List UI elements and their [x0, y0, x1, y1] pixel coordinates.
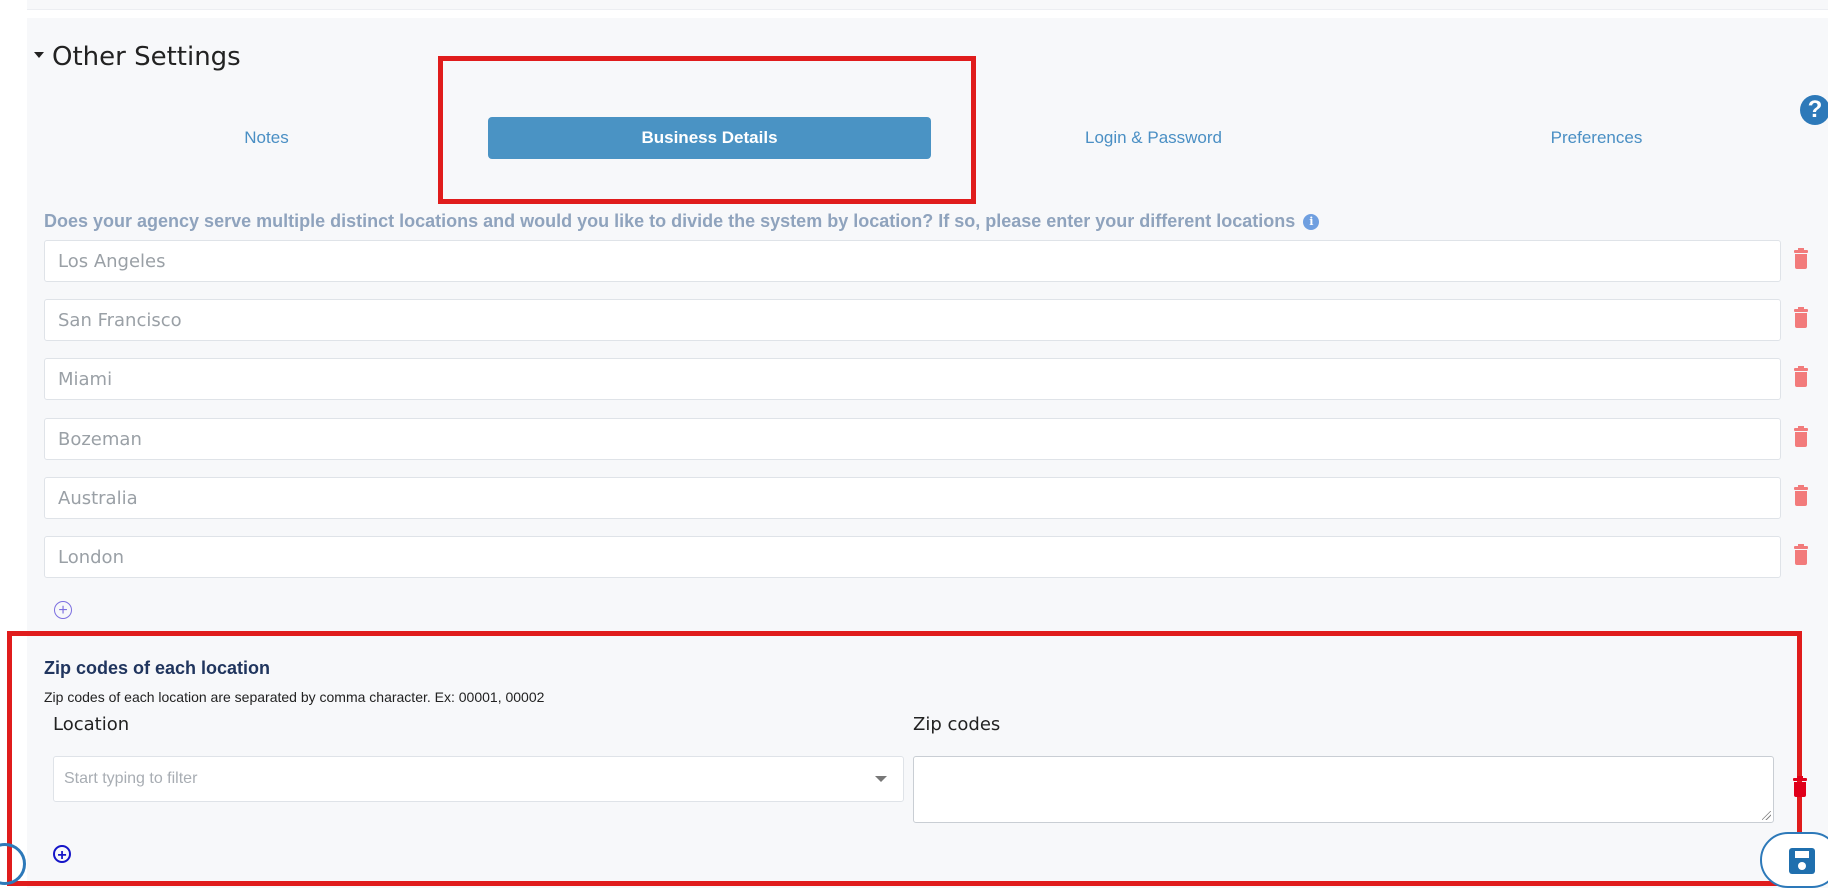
trash-icon[interactable]: [1794, 426, 1808, 448]
location-input[interactable]: [44, 240, 1781, 282]
zip-section-description: Zip codes of each location are separated…: [44, 689, 545, 705]
zip-codes-textarea[interactable]: [913, 756, 1774, 823]
trash-icon[interactable]: [1793, 776, 1807, 798]
add-location-icon[interactable]: +: [54, 601, 72, 619]
tab-notes[interactable]: Notes: [44, 117, 489, 159]
save-button[interactable]: [1760, 832, 1828, 888]
location-column-label: Location: [53, 714, 130, 735]
section-title: Other Settings: [52, 42, 241, 72]
trash-icon[interactable]: [1794, 544, 1808, 566]
trash-icon[interactable]: [1794, 366, 1808, 388]
trash-icon[interactable]: [1794, 485, 1808, 507]
zip-section-title: Zip codes of each location: [44, 658, 271, 678]
tab-business-details[interactable]: Business Details: [488, 117, 931, 159]
location-row: [44, 299, 1808, 341]
info-icon-label: i: [1309, 215, 1314, 228]
locations-question-text: Does your agency serve multiple distinct…: [44, 211, 1296, 231]
info-icon[interactable]: i: [1303, 213, 1320, 230]
location-row: [44, 418, 1808, 460]
add-zip-row-icon[interactable]: +: [53, 845, 71, 864]
history-icon[interactable]: [0, 843, 26, 885]
location-input[interactable]: [44, 477, 1781, 519]
location-select[interactable]: Start typing to filter: [53, 756, 904, 802]
section-header-other-settings[interactable]: Other Settings: [34, 42, 241, 72]
zip-codes-column-label: Zip codes: [913, 714, 1001, 735]
tab-bar: Notes Business Details Login & Password …: [44, 117, 1804, 159]
location-input[interactable]: [44, 536, 1781, 578]
trash-icon[interactable]: [1794, 307, 1808, 329]
caret-down-icon[interactable]: [34, 52, 44, 58]
top-strip: [27, 0, 1828, 10]
location-select-placeholder: Start typing to filter: [64, 770, 198, 787]
location-row: [44, 358, 1808, 400]
chevron-down-icon[interactable]: [875, 776, 887, 782]
location-row: [44, 536, 1808, 578]
trash-icon[interactable]: [1794, 248, 1808, 270]
location-row: [44, 477, 1808, 519]
tab-preferences[interactable]: Preferences: [1375, 117, 1818, 159]
locations-question: Does your agency serve multiple distinct…: [44, 211, 1320, 232]
location-input[interactable]: [44, 299, 1781, 341]
floppy-disk-icon: [1789, 848, 1815, 874]
location-input[interactable]: [44, 418, 1781, 460]
tab-login-password[interactable]: Login & Password: [932, 117, 1375, 159]
location-row: [44, 240, 1808, 282]
location-input[interactable]: [44, 358, 1781, 400]
resize-grip-icon[interactable]: [1762, 811, 1771, 820]
